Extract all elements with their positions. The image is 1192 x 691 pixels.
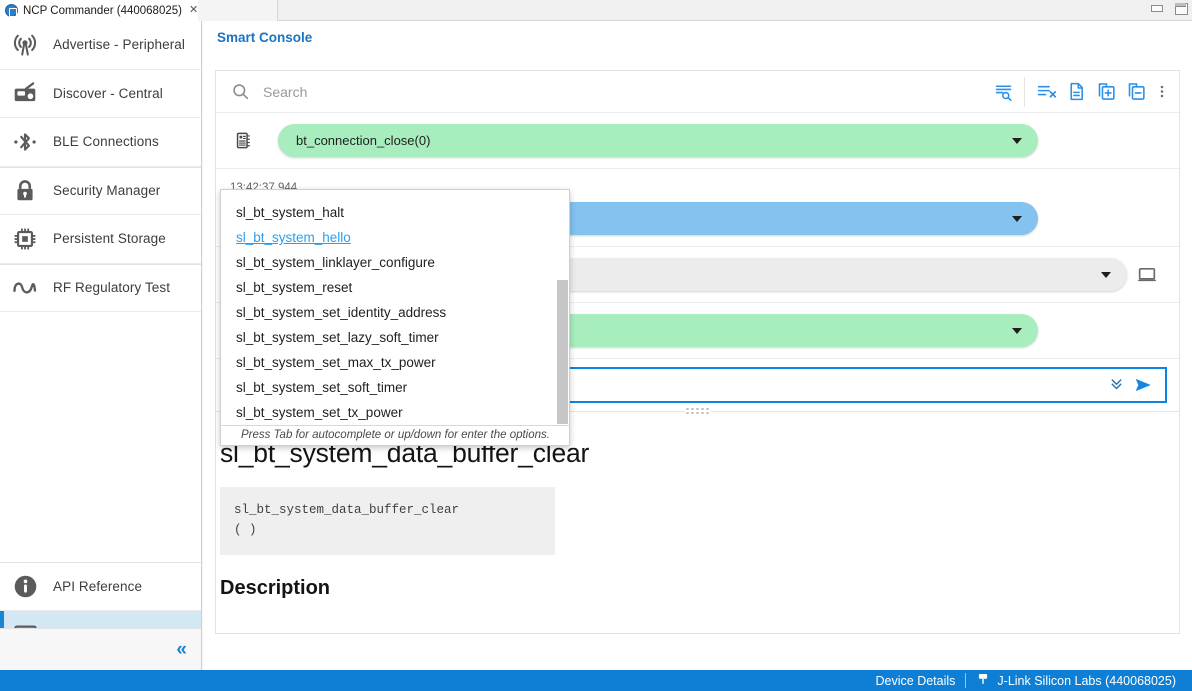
search-input[interactable] [261,82,988,101]
add-console-icon[interactable] [1091,77,1121,107]
app-logo-icon [5,4,18,17]
tab-ncp-commander[interactable]: NCP Commander (440068025) ✕ [0,0,206,21]
resize-grip-icon[interactable] [684,407,711,416]
device-details-button[interactable]: Device Details [866,670,966,691]
send-arrow-icon[interactable] [1131,375,1165,395]
list-item[interactable]: sl_bt_system_set_max_tx_power [221,350,569,375]
sidebar-item-discover-central[interactable]: Discover - Central [0,70,201,118]
sidebar-item-label: Advertise - Peripheral [53,37,186,53]
tab-label: NCP Commander (440068025) [23,4,182,17]
sidebar-item-label: BLE Connections [53,134,159,150]
main-content: Smart Console Search bt_connection_close… [203,21,1192,670]
sidebar-item-label: API Reference [53,578,143,594]
clear-log-icon[interactable] [1031,77,1061,107]
save-log-icon[interactable] [1061,77,1091,107]
chevron-down-icon[interactable] [1012,215,1022,222]
autocomplete-list[interactable]: sl_bt_system_halt sl_bt_system_hello sl_… [221,190,569,425]
info-icon [10,571,40,601]
sidebar-item-label: RF Regulatory Test [53,280,171,296]
chip-icon [10,224,40,254]
chevron-double-left-icon[interactable]: « [176,640,187,659]
close-icon[interactable]: ✕ [189,5,198,16]
more-options-icon[interactable] [1151,77,1173,107]
command-text: bt_connection_close(0) [296,133,431,148]
console-row: bt_connection_close(0) [216,113,1179,169]
chevron-down-icon[interactable] [1012,137,1022,144]
waveform-icon [10,273,40,303]
bluetooth-icon [10,127,40,157]
chevron-double-down-icon[interactable] [1102,375,1131,395]
list-item[interactable]: sl_bt_system_set_identity_address [221,300,569,325]
application-window: NCP Commander (440068025) ✕ Advertise - … [0,0,1192,691]
lock-icon [10,176,40,206]
list-item[interactable]: sl_bt_system_set_tx_power [221,400,569,425]
console-toolbar [216,71,1179,113]
window-controls [1148,1,1188,15]
maximize-icon[interactable] [1172,1,1188,15]
chip-icon [230,131,256,150]
sidebar-item-label: Discover - Central [53,85,163,101]
sidebar-collapse-row[interactable]: « [0,628,201,670]
list-item[interactable]: sl_bt_system_set_soft_timer [221,375,569,400]
list-item[interactable]: sl_bt_system_reset [221,275,569,300]
page-title: Smart Console [217,30,313,45]
sidebar-item-api-reference[interactable]: API Reference [0,562,201,611]
toolbar-buttons [988,71,1179,113]
list-item[interactable]: sl_bt_system_halt [221,200,569,225]
doc-signature: sl_bt_system_data_buffer_clear ( ) [220,487,555,555]
search-icon [231,82,250,101]
tab-strip-filler [198,0,278,21]
filter-search-icon[interactable] [988,77,1018,107]
radio-icon [10,78,40,108]
device-details-label: Device Details [875,673,956,688]
monitor-icon[interactable] [1127,264,1167,286]
sidebar-item-ble-connections[interactable]: BLE Connections [0,118,201,167]
jlink-icon [976,672,990,689]
list-item[interactable]: sl_bt_system_linklayer_configure [221,250,569,275]
status-bar: Device Details J-Link Silicon Labs (4400… [0,670,1192,691]
command-combo[interactable]: bt_connection_close(0) [278,124,1038,157]
autocomplete-scrollbar-thumb[interactable] [557,280,568,424]
sidebar-item-persistent-storage[interactable]: Persistent Storage [0,215,201,264]
sidebar-item-label: Security Manager [53,183,161,199]
broadcast-icon [10,30,40,60]
adapter-label: J-Link Silicon Labs (440068025) [997,673,1176,688]
sidebar-item-rf-regulatory-test[interactable]: RF Regulatory Test [0,263,201,312]
list-item[interactable]: sl_bt_system_set_lazy_soft_timer [221,325,569,350]
adapter-status[interactable]: J-Link Silicon Labs (440068025) [966,670,1186,691]
toolbar-divider [1024,76,1025,107]
window-tab-strip: NCP Commander (440068025) ✕ [0,0,1192,21]
sidebar-item-security-manager[interactable]: Security Manager [0,166,201,215]
minimize-icon[interactable] [1148,1,1164,15]
doc-signature-name: sl_bt_system_data_buffer_clear [234,503,460,517]
list-item-selected[interactable]: sl_bt_system_hello [221,225,569,250]
sidebar-item-label: Persistent Storage [53,231,166,247]
doc-description-heading: Description [220,577,331,599]
autocomplete-hint: Press Tab for autocomplete or up/down fo… [221,425,569,445]
chevron-down-icon[interactable] [1101,271,1111,278]
sidebar-item-advertise-peripheral[interactable]: Advertise - Peripheral [0,21,201,70]
sidebar: Advertise - Peripheral Discover - Centra… [0,21,202,670]
doc-signature-args: ( ) [234,523,257,537]
remove-console-icon[interactable] [1121,77,1151,107]
chevron-down-icon[interactable] [1012,327,1022,334]
autocomplete-popup[interactable]: sl_bt_system_halt sl_bt_system_hello sl_… [220,189,570,446]
